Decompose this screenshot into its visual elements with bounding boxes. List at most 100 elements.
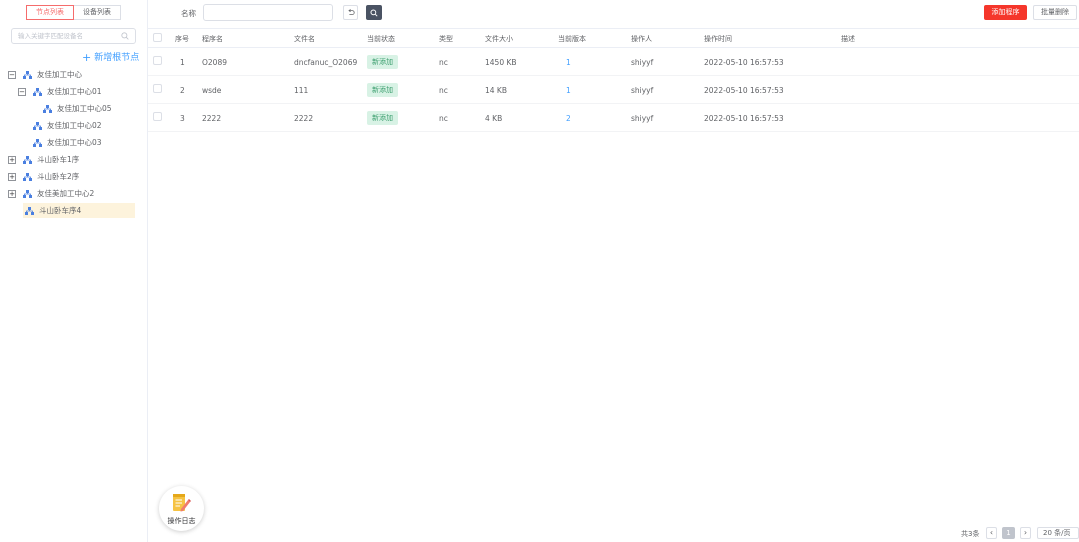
cell-time: 2022-05-10 16:57:53 bbox=[704, 86, 784, 95]
add-program-button[interactable]: 添加程序 bbox=[984, 5, 1027, 20]
reset-button[interactable] bbox=[343, 5, 358, 20]
tree-node-label: 友佳加工中心 bbox=[37, 70, 82, 79]
node-icon bbox=[33, 138, 42, 147]
table-row[interactable]: 2 wsde 111 新添加 nc 14 KB 1 shiyyf 2022-05… bbox=[148, 76, 1079, 104]
search-icon[interactable] bbox=[121, 32, 129, 40]
node-icon bbox=[33, 87, 42, 96]
status-badge: 新添加 bbox=[367, 83, 398, 97]
cell-time: 2022-05-10 16:57:53 bbox=[704, 114, 784, 123]
cell-index: 1 bbox=[180, 58, 185, 67]
cell-program: O2089 bbox=[202, 58, 227, 67]
column-header: 文件名 bbox=[294, 35, 315, 43]
tree-node[interactable]: + 友佳美加工中心2 bbox=[8, 186, 94, 201]
node-icon bbox=[23, 189, 32, 198]
tree-node[interactable]: − 友佳加工中心01 bbox=[18, 84, 102, 99]
tree-node-label: 友佳美加工中心2 bbox=[37, 189, 95, 198]
next-page-button[interactable]: › bbox=[1020, 527, 1031, 539]
operation-log-label: 操作日志 bbox=[167, 517, 196, 525]
node-icon bbox=[23, 172, 32, 181]
cell-program: wsde bbox=[202, 86, 222, 95]
collapse-icon[interactable]: − bbox=[8, 70, 16, 79]
column-header: 程序名 bbox=[202, 35, 223, 43]
row-checkbox[interactable] bbox=[153, 112, 162, 121]
cell-operator: shiyyf bbox=[631, 58, 654, 67]
tree-node-selected[interactable]: 斗山卧车序4 bbox=[23, 203, 135, 218]
column-header: 当前状态 bbox=[367, 35, 395, 43]
tree-node[interactable]: + 斗山卧车1序 bbox=[8, 152, 79, 167]
current-page[interactable]: 1 bbox=[1002, 527, 1015, 539]
tree-node-label: 斗山卧车2序 bbox=[37, 172, 80, 181]
total-count: 共3条 bbox=[961, 530, 980, 538]
expand-icon[interactable]: + bbox=[8, 172, 16, 181]
tree-search-box bbox=[11, 28, 136, 44]
cell-file: dncfanuc_O2069 bbox=[294, 58, 358, 67]
column-header: 类型 bbox=[439, 35, 453, 43]
page-size-select[interactable]: 20 条/页 bbox=[1037, 527, 1079, 539]
cell-index: 3 bbox=[180, 114, 185, 123]
tree-node[interactable]: 友佳加工中心05 bbox=[43, 101, 112, 116]
version-link[interactable]: 1 bbox=[566, 86, 571, 95]
tree-node-label: 斗山卧车1序 bbox=[37, 155, 80, 164]
new-root-node-label: 新增根节点 bbox=[94, 53, 140, 63]
name-filter-label: 名称 bbox=[181, 9, 196, 18]
tree-node-label: 友佳加工中心03 bbox=[47, 138, 102, 147]
tree-search-input[interactable] bbox=[12, 29, 117, 43]
expand-icon[interactable]: + bbox=[8, 155, 16, 164]
search-button[interactable] bbox=[366, 5, 382, 20]
row-checkbox[interactable] bbox=[153, 56, 162, 65]
node-sidebar: 节点列表 设备列表 +新增根节点 − 友佳加工中心 − 友佳加工中心01 友佳加… bbox=[0, 0, 148, 542]
column-header: 操作时间 bbox=[704, 35, 732, 43]
column-header: 序号 bbox=[175, 35, 189, 43]
cell-operator: shiyyf bbox=[631, 86, 654, 95]
program-table: 序号 程序名 文件名 当前状态 类型 文件大小 当前版本 操作人 操作时间 描述… bbox=[148, 28, 1079, 132]
table-row[interactable]: 3 2222 2222 新添加 nc 4 KB 2 shiyyf 2022-05… bbox=[148, 104, 1079, 132]
app: 节点列表 设备列表 +新增根节点 − 友佳加工中心 − 友佳加工中心01 友佳加… bbox=[0, 0, 1079, 542]
cell-size: 14 KB bbox=[485, 86, 507, 95]
table-header: 序号 程序名 文件名 当前状态 类型 文件大小 当前版本 操作人 操作时间 描述 bbox=[148, 28, 1079, 48]
tab-node-list[interactable]: 节点列表 bbox=[26, 5, 74, 20]
status-badge: 新添加 bbox=[367, 55, 398, 69]
row-checkbox[interactable] bbox=[153, 84, 162, 93]
tab-device-list[interactable]: 设备列表 bbox=[73, 5, 121, 20]
undo-icon bbox=[347, 8, 355, 15]
tree-node[interactable]: 友佳加工中心03 bbox=[33, 135, 102, 150]
cell-program: 2222 bbox=[202, 114, 222, 123]
tree-node-label: 友佳加工中心02 bbox=[47, 121, 102, 130]
page-size-value: 20 条/页 bbox=[1043, 529, 1071, 537]
status-badge: 新添加 bbox=[367, 111, 398, 125]
batch-delete-button[interactable]: 批量删除 bbox=[1033, 5, 1077, 20]
collapse-icon[interactable]: − bbox=[18, 87, 26, 96]
search-icon bbox=[370, 8, 378, 17]
prev-page-button[interactable]: ‹ bbox=[986, 527, 997, 539]
cell-operator: shiyyf bbox=[631, 114, 654, 123]
node-icon bbox=[23, 155, 32, 164]
version-link[interactable]: 2 bbox=[566, 114, 571, 123]
cell-size: 4 KB bbox=[485, 114, 503, 123]
tree-node[interactable]: + 斗山卧车2序 bbox=[8, 169, 79, 184]
cell-time: 2022-05-10 16:57:53 bbox=[704, 58, 784, 67]
select-all-checkbox[interactable] bbox=[153, 33, 162, 42]
cell-type: nc bbox=[439, 114, 448, 123]
version-link[interactable]: 1 bbox=[566, 58, 571, 67]
column-header: 操作人 bbox=[631, 35, 652, 43]
tree-node[interactable]: − 友佳加工中心 bbox=[8, 67, 82, 82]
expand-icon[interactable]: + bbox=[8, 189, 16, 198]
cell-file: 111 bbox=[294, 86, 309, 95]
table-row[interactable]: 1 O2089 dncfanuc_O2069 新添加 nc 1450 KB 1 … bbox=[148, 48, 1079, 76]
cell-size: 1450 KB bbox=[485, 58, 517, 67]
tree-node-label: 友佳加工中心01 bbox=[47, 87, 102, 96]
log-notebook-icon bbox=[173, 494, 191, 512]
operation-log-button[interactable]: 操作日志 bbox=[159, 486, 204, 531]
name-filter-input[interactable] bbox=[203, 4, 333, 21]
sidebar-tabs: 节点列表 设备列表 bbox=[26, 5, 121, 20]
new-root-node-button[interactable]: + 新增根节点 bbox=[82, 50, 139, 64]
cell-index: 2 bbox=[180, 86, 185, 95]
cell-file: 2222 bbox=[294, 114, 314, 123]
column-header: 当前版本 bbox=[558, 35, 586, 43]
tree-node[interactable]: 友佳加工中心02 bbox=[33, 118, 102, 133]
node-icon bbox=[25, 206, 34, 215]
plus-icon: + bbox=[82, 51, 92, 64]
tree-node-label: 斗山卧车序4 bbox=[39, 206, 82, 215]
node-icon bbox=[23, 70, 32, 79]
node-icon bbox=[33, 121, 42, 130]
